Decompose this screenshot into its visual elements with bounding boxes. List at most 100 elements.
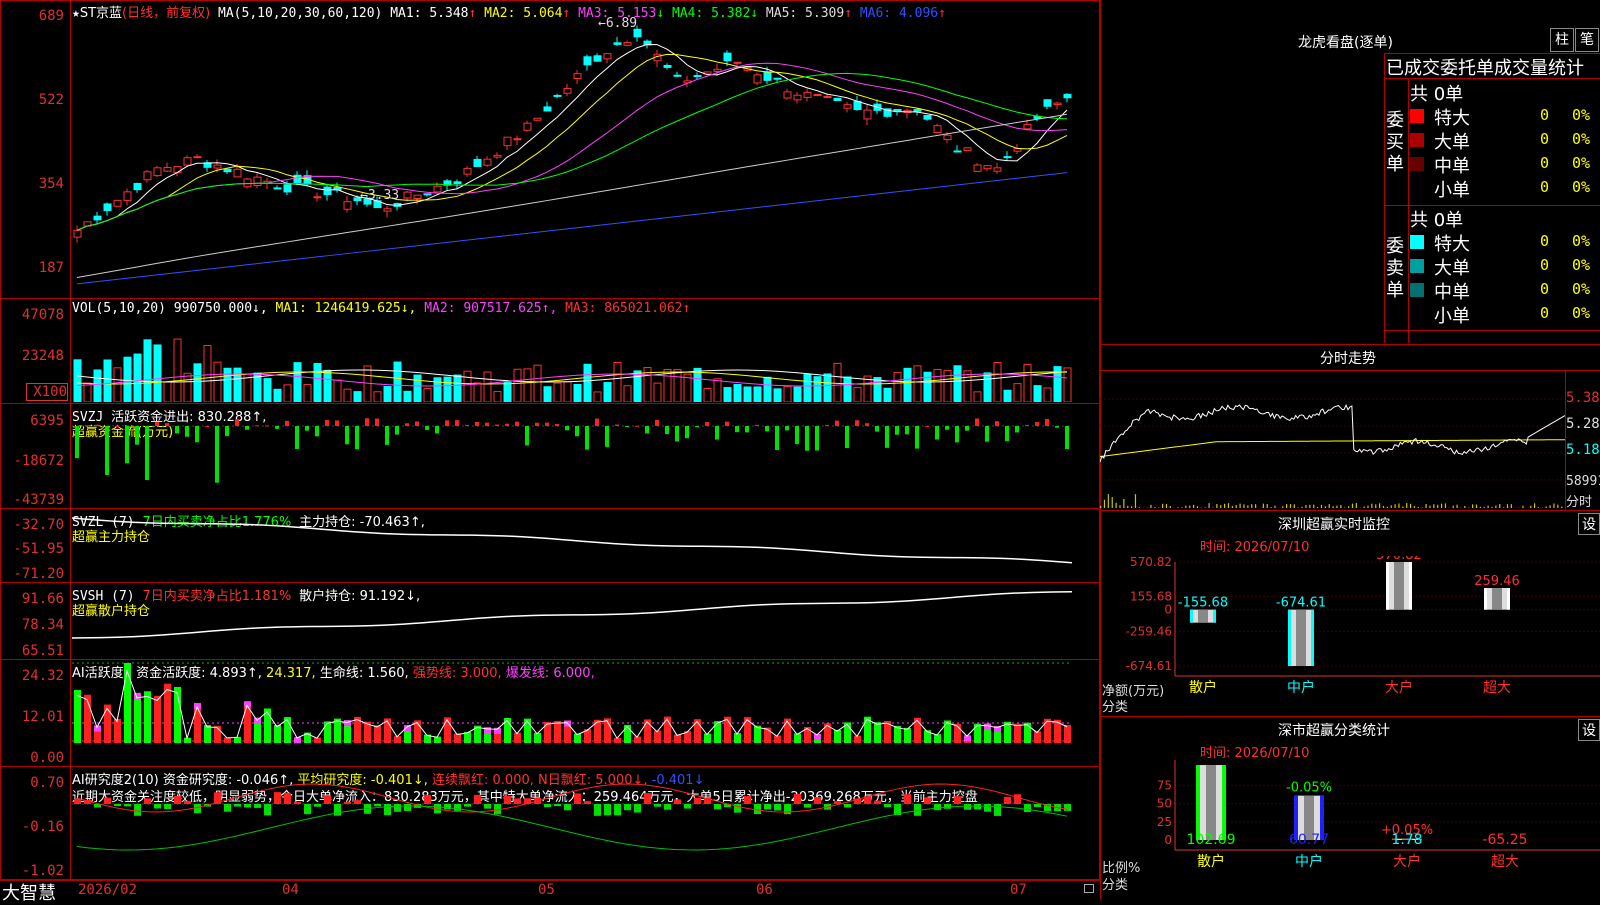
svzl-tick: -71.20 <box>0 566 64 582</box>
kline-chart[interactable] <box>72 18 1098 296</box>
activity-bar <box>614 738 621 743</box>
volume-bar <box>934 369 941 402</box>
lock-icon[interactable] <box>1084 884 1094 893</box>
intraday-vol-bar <box>1139 507 1140 508</box>
research-bar <box>334 804 341 816</box>
svzj-bar <box>535 423 539 426</box>
candle-body <box>314 197 321 198</box>
intraday-vol-bar <box>1507 504 1508 508</box>
intraday-vol-bar <box>1150 505 1151 508</box>
column-view-button[interactable]: 柱 <box>1550 28 1574 52</box>
intraday-chart[interactable] <box>1100 372 1565 508</box>
intraday-vol-bar <box>1414 506 1415 508</box>
tick-view-button[interactable]: 笔 <box>1575 28 1599 52</box>
research-bar <box>594 804 601 816</box>
price-tick: 354 <box>0 176 64 192</box>
research-bar <box>104 798 111 804</box>
activity-bar <box>184 738 191 743</box>
candle-body <box>834 98 841 100</box>
volume-bar <box>94 370 101 402</box>
svzj-bar <box>905 426 909 434</box>
research-bar <box>504 796 511 804</box>
intraday-vol-bar <box>1333 506 1334 508</box>
svzj-bar <box>185 426 189 437</box>
svzj-bar <box>345 426 349 444</box>
volume-bar <box>1064 368 1071 402</box>
activity-bar <box>274 725 281 743</box>
intraday-vol-bar <box>1294 504 1295 508</box>
cls-category: 中户 <box>1295 853 1323 870</box>
volume-bar <box>604 383 611 402</box>
research-bar <box>844 804 851 808</box>
volume-bar <box>964 371 971 402</box>
intraday-vol-bar <box>1236 505 1237 508</box>
intraday-vol-bar <box>1402 506 1403 508</box>
research-bar <box>714 804 721 809</box>
intraday-vol-bar <box>1290 504 1291 508</box>
svzj-bar <box>1005 426 1009 441</box>
candle-body <box>114 200 121 206</box>
volume-bar <box>724 388 731 402</box>
candle-body <box>284 185 291 192</box>
svzj-bar <box>955 426 959 442</box>
svzl-chart[interactable] <box>72 510 1098 582</box>
intraday-vol-bar <box>1476 505 1477 508</box>
svzj-chart[interactable] <box>72 406 1098 506</box>
cls-chart[interactable]: 7550250102.69散户-0.05%60.77中户+0.05%1.78大户… <box>1100 760 1600 900</box>
sz-ytick: 0 <box>1164 603 1172 617</box>
activity-bar <box>734 733 741 743</box>
svzj-bar <box>685 426 689 438</box>
activity-bar <box>744 717 751 743</box>
intraday-vol-bar <box>1154 507 1155 508</box>
sz-settings-button[interactable]: 设 <box>1578 513 1600 535</box>
ai-activity-chart[interactable] <box>72 661 1098 765</box>
volume-bar <box>74 360 81 402</box>
svzj-bar <box>695 426 699 427</box>
sz-monitor-chart[interactable]: 570.82155.680-259.46-674.61-155.68散户-674… <box>1100 556 1600 716</box>
activity-bar <box>534 733 541 743</box>
candle-body <box>544 107 551 111</box>
svzj-bar <box>545 423 549 426</box>
candle-body <box>1014 149 1021 152</box>
intraday-vol-bar <box>1135 494 1136 508</box>
svzj-bar <box>755 425 759 426</box>
volume-bar <box>1014 384 1021 402</box>
candle-body <box>784 92 791 98</box>
candle-body <box>74 230 81 237</box>
intraday-vol-bar <box>1538 507 1539 508</box>
volume-bar <box>114 368 121 402</box>
svzj-bar <box>435 426 439 433</box>
svzj-bar <box>895 426 899 435</box>
volume-chart[interactable] <box>72 316 1098 402</box>
candle-body <box>934 126 941 133</box>
intraday-vol-bar <box>1426 504 1427 508</box>
volume-bar <box>514 369 521 402</box>
activity-bar <box>314 738 321 743</box>
svzj-bar <box>795 426 799 444</box>
candle-body <box>674 75 681 76</box>
svzj-bar <box>225 426 229 436</box>
intraday-title: 分时走势 <box>1320 348 1376 368</box>
intraday-vol-label: 分时 <box>1566 491 1592 510</box>
svsh-chart[interactable] <box>72 584 1098 658</box>
volume-bar <box>524 369 531 402</box>
cls-xlabel: 分类 <box>1102 874 1128 893</box>
intraday-vol-bar <box>1162 504 1163 508</box>
cls-settings-button[interactable]: 设 <box>1578 719 1600 741</box>
svzj-bar <box>565 426 569 430</box>
volume-bar <box>784 387 791 402</box>
activity-bar <box>574 734 581 743</box>
candle-body <box>954 151 961 152</box>
buy-row-name-3: 小单 <box>1434 176 1470 202</box>
intraday-vol-bar <box>1352 504 1353 508</box>
intraday-vol-bar <box>1286 504 1287 508</box>
ai-research-chart[interactable] <box>72 768 1098 878</box>
svzj-bar <box>965 426 969 431</box>
volume-bar <box>344 389 351 402</box>
svzj-bar <box>655 420 659 426</box>
research-bar <box>194 804 201 813</box>
svzj-bar <box>375 419 379 426</box>
volume-bar <box>1004 390 1011 402</box>
candle-body <box>104 204 111 211</box>
sz-bar-label: -155.68 <box>1178 596 1228 611</box>
